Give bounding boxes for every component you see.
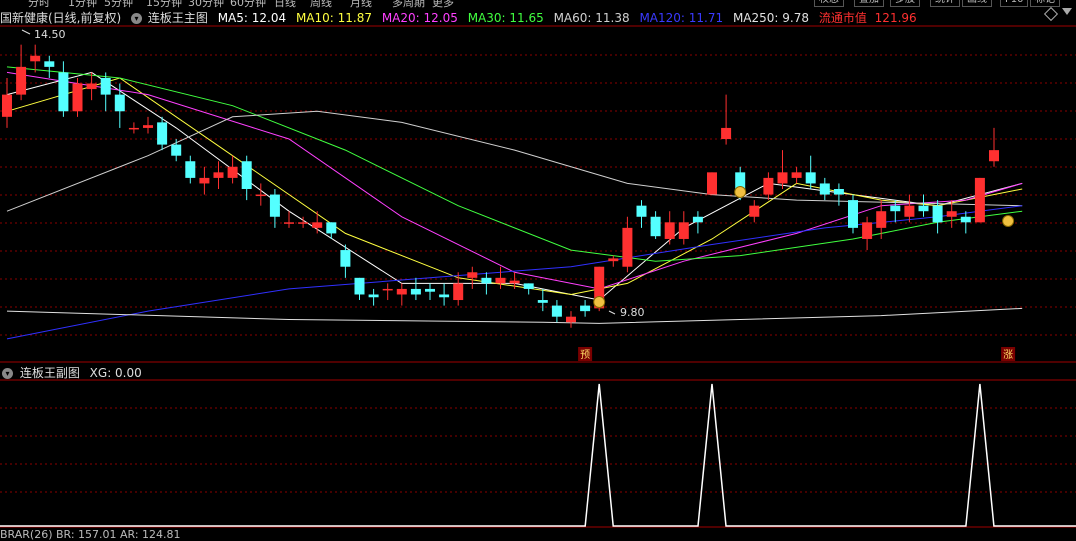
- candle-body: [425, 288, 435, 292]
- candle-body: [58, 72, 69, 112]
- candle-body: [16, 66, 27, 95]
- candle-body: [128, 127, 139, 130]
- candle-body: [30, 55, 41, 62]
- candle-body: [537, 300, 548, 303]
- candle-body: [989, 150, 999, 162]
- candle-body: [523, 283, 534, 289]
- candle-body: [284, 222, 294, 224]
- candle-body: [791, 172, 802, 178]
- money-bag-icon: [593, 296, 606, 308]
- candle-body: [213, 172, 224, 178]
- candle-body: [326, 222, 337, 234]
- candle-body: [382, 288, 393, 291]
- candle-body: [664, 222, 675, 239]
- candle-body: [312, 222, 323, 228]
- candle-body: [495, 277, 506, 284]
- candle-body: [481, 277, 492, 284]
- candle-body: [44, 61, 55, 67]
- candle-body: [678, 222, 689, 239]
- candle-body: [100, 77, 111, 95]
- candle-body: [86, 83, 97, 90]
- low-price-pointer: [608, 310, 616, 315]
- candle-body: [622, 227, 633, 267]
- candle-body: [410, 288, 421, 295]
- candle-body: [396, 288, 407, 295]
- candle-body: [890, 205, 901, 212]
- candle-body: [819, 183, 830, 195]
- candle-body: [467, 272, 478, 278]
- candle-body: [946, 211, 957, 217]
- candle-body: [269, 194, 280, 217]
- high-price-label: 14.50: [34, 28, 66, 41]
- sub-indicator-name[interactable]: 连板王副图: [20, 366, 80, 380]
- candle-body: [636, 205, 647, 217]
- candle-body: [185, 161, 196, 178]
- candle-body: [918, 205, 929, 212]
- candle-body: [692, 216, 703, 223]
- candle-body: [2, 94, 12, 117]
- candle-body: [904, 205, 915, 217]
- candle-body: [354, 277, 365, 295]
- candle-body: [763, 177, 774, 195]
- candle-body: [298, 222, 309, 224]
- marker-text: 涨: [1003, 349, 1013, 361]
- candle-body: [171, 144, 182, 156]
- candle-body: [650, 216, 661, 237]
- money-bag-icon: [1002, 215, 1015, 227]
- money-bag-icon: [734, 186, 747, 198]
- candle-body: [749, 205, 760, 217]
- marker-text: 预: [580, 349, 590, 361]
- ma250-line: [6, 307, 1023, 324]
- low-price-label: 9.80: [620, 306, 645, 319]
- candle-body: [227, 166, 238, 178]
- ma5-line: [6, 71, 1023, 301]
- candle-body: [932, 205, 943, 223]
- candlestick-chart: 14.50 9.80 预 涨: [0, 25, 1076, 528]
- candle-body: [551, 305, 562, 317]
- candle-body: [509, 280, 520, 284]
- candle-body: [805, 172, 816, 184]
- candle-body: [833, 189, 844, 195]
- candle-body: [368, 294, 379, 298]
- candle-body: [439, 294, 450, 298]
- candle-body: [157, 122, 168, 145]
- candle-body: [777, 172, 788, 184]
- candle-body: [707, 172, 717, 195]
- sub-indicator-menu-icon[interactable]: ▾: [2, 368, 13, 379]
- candle-body: [862, 222, 873, 239]
- candle-body: [72, 83, 83, 112]
- candle-body: [255, 194, 266, 197]
- ma10-line: [6, 77, 1023, 296]
- high-price-pointer: [21, 29, 31, 35]
- candle-body: [199, 177, 210, 184]
- xg-signal-line: [0, 383, 1076, 527]
- candle-body: [566, 316, 576, 323]
- sub-chart-header: ▾ 连板王副图 XG: 0.00: [0, 364, 142, 380]
- candle-body: [721, 127, 732, 140]
- candle-body: [876, 211, 887, 228]
- candle-body: [848, 200, 858, 228]
- candle-body: [241, 161, 252, 189]
- candle-body: [453, 283, 464, 301]
- candle-body: [960, 216, 971, 223]
- xg-value: XG: 0.00: [89, 366, 142, 380]
- candle-body: [143, 125, 153, 128]
- candle-body: [608, 258, 619, 262]
- candle-body: [974, 177, 985, 223]
- candle-body: [114, 94, 125, 112]
- candle-body: [580, 305, 591, 312]
- candle-body: [340, 250, 351, 267]
